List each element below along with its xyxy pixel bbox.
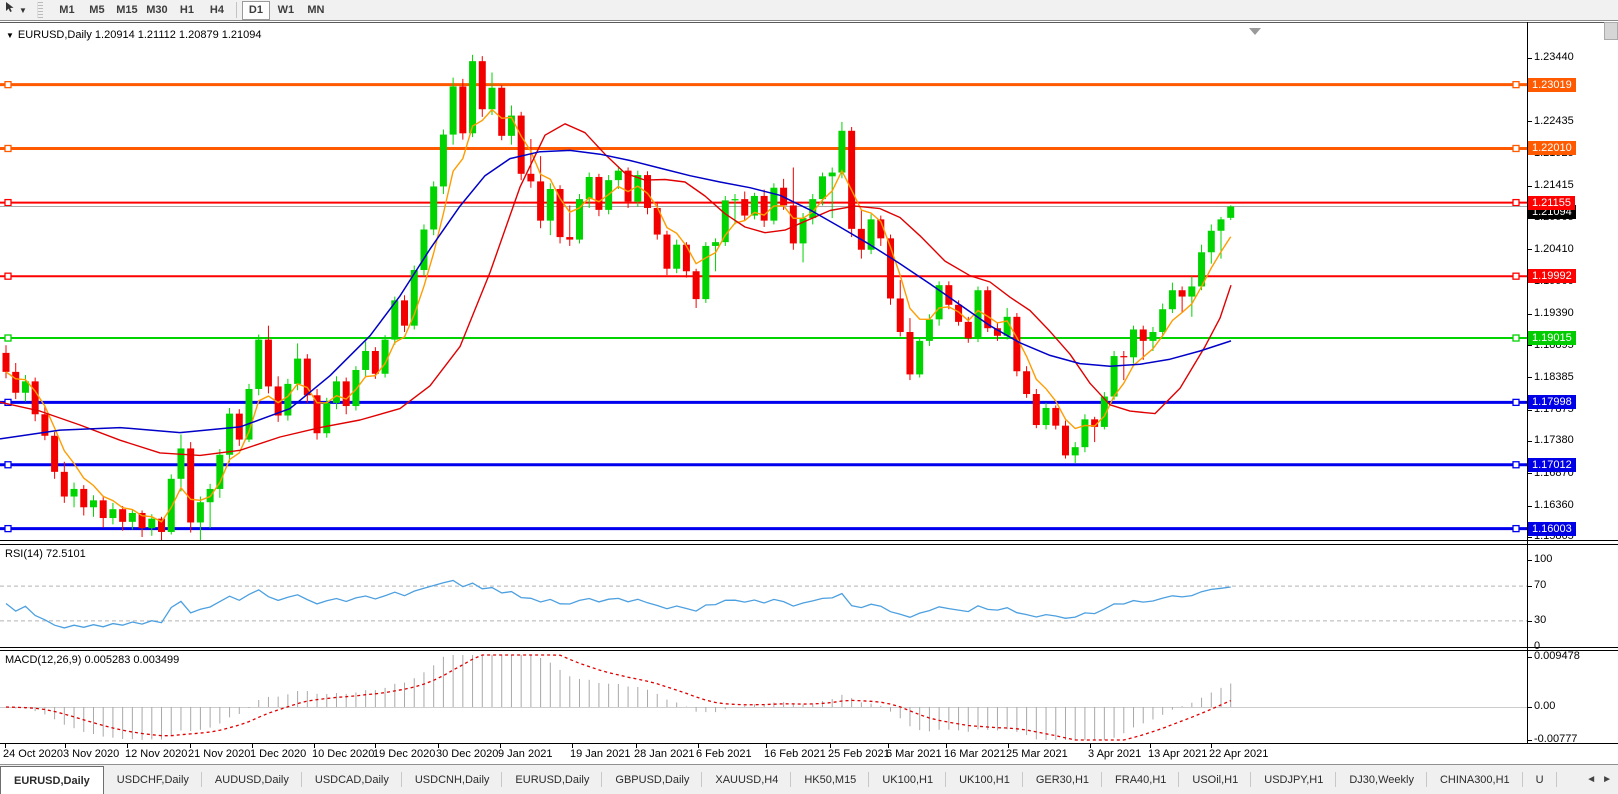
timeframe-button-mn[interactable]: MN bbox=[302, 1, 330, 20]
macd-label: MACD(12,26,9) 0.005283 0.003499 bbox=[5, 654, 180, 666]
date-label: 30 Dec 2020 bbox=[436, 748, 499, 760]
chart-tab-usoil-h1[interactable]: USOil,H1 bbox=[1179, 765, 1252, 794]
candlestick-chart[interactable] bbox=[0, 23, 1527, 540]
chart-tab-ger30-h1[interactable]: GER30,H1 bbox=[1023, 765, 1103, 794]
timeframe-button-m30[interactable]: M30 bbox=[143, 1, 171, 20]
price-line-badge: 1.19992 bbox=[1528, 269, 1576, 283]
trading-terminal: ▼ M1 M5 M15 M30 H1 H4 D1 W1 MN ▼ EURUSD,Daily 1.2… bbox=[0, 0, 1618, 794]
timeframe-button-m15[interactable]: M15 bbox=[113, 1, 141, 20]
chart-tab-usdcnh-daily[interactable]: USDCNH,Daily bbox=[402, 765, 503, 794]
cursor-tool-group[interactable]: ▼ bbox=[0, 0, 31, 20]
date-label: 3 Nov 2020 bbox=[63, 748, 120, 760]
price-pane[interactable]: ▼ EURUSD,Daily 1.20914 1.21112 1.20879 1.… bbox=[0, 22, 1618, 542]
rsi-tick-label: 70 bbox=[1534, 579, 1547, 591]
rsi-tick-label: 100 bbox=[1534, 553, 1553, 565]
price-line-badge: 1.21155 bbox=[1528, 196, 1575, 210]
price-tick-label: 1.17380 bbox=[1534, 434, 1574, 446]
date-label: 25 Feb 2021 bbox=[828, 748, 890, 760]
date-label: 1 Dec 2020 bbox=[250, 748, 307, 760]
chart-tab-audusd-daily[interactable]: AUDUSD,Daily bbox=[202, 765, 302, 794]
chart-tab-hk50-m15[interactable]: HK50,M15 bbox=[791, 765, 870, 794]
chart-title: ▼ EURUSD,Daily 1.20914 1.21112 1.20879 1.… bbox=[6, 29, 262, 41]
date-label: 25 Mar 2021 bbox=[1006, 748, 1068, 760]
scrollbar-fragment[interactable] bbox=[1604, 22, 1618, 40]
tab-scroll-right-icon[interactable]: ► bbox=[1602, 774, 1612, 785]
price-line-badge: 1.17998 bbox=[1528, 395, 1576, 409]
chart-tab-usdjpy-h1[interactable]: USDJPY,H1 bbox=[1251, 765, 1337, 794]
macd-chart[interactable] bbox=[0, 651, 1527, 743]
price-tick-label: 1.18385 bbox=[1534, 371, 1574, 383]
date-label: 6 Feb 2021 bbox=[696, 748, 752, 760]
date-axis[interactable]: 24 Oct 2020 3 Nov 2020 12 Nov 2020 21 Nov 2… bbox=[0, 744, 1618, 764]
date-label: 28 Jan 2021 bbox=[634, 748, 695, 760]
chart-tab-china300-h1[interactable]: CHINA300,H1 bbox=[1427, 765, 1523, 794]
date-label: 13 Apr 2021 bbox=[1148, 748, 1208, 760]
timeframe-button-w1[interactable]: W1 bbox=[272, 1, 300, 20]
timeframe-button-h4[interactable]: H4 bbox=[203, 1, 231, 20]
date-label: 10 Dec 2020 bbox=[312, 748, 375, 760]
price-line-badge: 1.23019 bbox=[1528, 78, 1576, 92]
price-tick-label: 1.19390 bbox=[1534, 307, 1574, 319]
chart-tab-eurusd-daily[interactable]: EURUSD,Daily bbox=[502, 765, 603, 794]
date-label: 16 Feb 2021 bbox=[764, 748, 826, 760]
macd-tick-label: 0.009478 bbox=[1534, 650, 1580, 662]
macd-pane[interactable]: MACD(12,26,9) 0.005283 0.003499 0.009478… bbox=[0, 650, 1618, 745]
cursor-tool-icon[interactable] bbox=[4, 1, 17, 19]
chart-tab-eurusd-daily[interactable]: EURUSD,Daily bbox=[0, 766, 104, 794]
chart-tab-bar: EURUSD,Daily USDCHF,Daily AUDUSD,Daily USDC… bbox=[0, 764, 1618, 794]
price-tick-label: 1.20410 bbox=[1534, 243, 1574, 255]
chart-title-text: EURUSD,Daily 1.20914 1.21112 1.20879 1.2… bbox=[17, 29, 262, 41]
rsi-tick-label: 30 bbox=[1534, 614, 1547, 626]
chart-tab-gbpusd-daily[interactable]: GBPUSD,Daily bbox=[602, 765, 703, 794]
date-label: 9 Jan 2021 bbox=[498, 748, 553, 760]
date-label: 6 Mar 2021 bbox=[886, 748, 942, 760]
chart-tab-usdchf-daily[interactable]: USDCHF,Daily bbox=[104, 765, 203, 794]
chart-tab-xauusd-h4[interactable]: XAUUSD,H4 bbox=[702, 765, 792, 794]
price-tick-label: 1.23440 bbox=[1534, 51, 1574, 63]
price-tick-label: 1.16360 bbox=[1534, 499, 1574, 511]
timeframe-button-d1[interactable]: D1 bbox=[241, 0, 270, 20]
timeframe-buttons: M1 M5 M15 M30 H1 H4 D1 W1 MN bbox=[48, 0, 335, 20]
date-label: 21 Nov 2020 bbox=[188, 748, 251, 760]
timeframe-button-m1[interactable]: M1 bbox=[53, 1, 81, 20]
toolbar-separator bbox=[235, 2, 237, 18]
timeframe-button-m5[interactable]: M5 bbox=[83, 1, 111, 20]
macd-tick-label: 0.00 bbox=[1534, 700, 1556, 712]
price-line-badge: 1.16003 bbox=[1528, 522, 1576, 536]
date-label: 3 Apr 2021 bbox=[1088, 748, 1142, 760]
date-label: 16 Mar 2021 bbox=[944, 748, 1006, 760]
timeframe-toolbar: ▼ M1 M5 M15 M30 H1 H4 D1 W1 MN bbox=[0, 0, 1618, 21]
chart-tab-u[interactable]: U bbox=[1523, 765, 1557, 794]
date-label: 24 Oct 2020 bbox=[3, 748, 63, 760]
chart-tab-dj30-weekly[interactable]: DJ30,Weekly bbox=[1336, 765, 1427, 794]
date-label: 12 Nov 2020 bbox=[125, 748, 188, 760]
tab-scroll-left-icon[interactable]: ◄ bbox=[1586, 774, 1596, 785]
price-line-badge: 1.22010 bbox=[1528, 141, 1576, 155]
chart-dropdown-icon[interactable]: ▼ bbox=[6, 31, 14, 40]
date-label: 19 Dec 2020 bbox=[373, 748, 436, 760]
rsi-label: RSI(14) 72.5101 bbox=[5, 548, 86, 560]
chart-tab-uk100-h1[interactable]: UK100,H1 bbox=[946, 765, 1023, 794]
price-line-badge: 1.19015 bbox=[1528, 331, 1576, 345]
axis-divider bbox=[1527, 22, 1528, 744]
price-line-badge: 1.17012 bbox=[1528, 458, 1576, 472]
chart-shift-marker-icon[interactable] bbox=[1249, 28, 1261, 35]
price-tick-label: 1.21415 bbox=[1534, 179, 1574, 191]
toolbar-drag-handle[interactable] bbox=[36, 2, 43, 18]
chevron-down-icon[interactable]: ▼ bbox=[19, 6, 27, 15]
date-label: 22 Apr 2021 bbox=[1209, 748, 1269, 760]
date-label: 19 Jan 2021 bbox=[570, 748, 631, 760]
rsi-chart[interactable] bbox=[0, 545, 1527, 647]
price-tick-label: 1.22435 bbox=[1534, 115, 1574, 127]
chart-tab-fra40-h1[interactable]: FRA40,H1 bbox=[1102, 765, 1180, 794]
chart-tab-usdcad-daily[interactable]: USDCAD,Daily bbox=[302, 765, 402, 794]
timeframe-button-h1[interactable]: H1 bbox=[173, 1, 201, 20]
rsi-pane[interactable]: RSI(14) 72.5101 100 70 30 0 bbox=[0, 544, 1618, 652]
chart-tab-uk100-h1[interactable]: UK100,H1 bbox=[869, 765, 946, 794]
